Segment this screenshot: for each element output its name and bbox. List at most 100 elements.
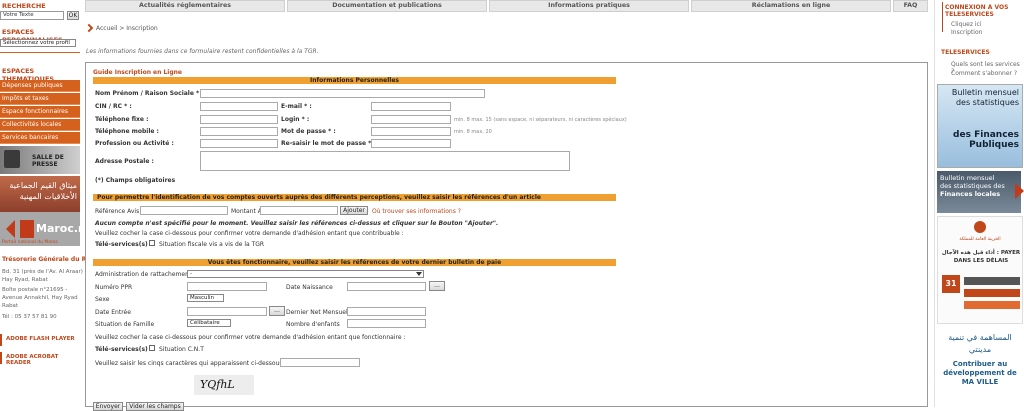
- cin-label: CIN / RC * :: [95, 103, 132, 110]
- breadcrumb-arrow-icon: [84, 23, 94, 33]
- entry-label: Date Entrée: [95, 309, 131, 316]
- nav-reclamations[interactable]: Réclamations en ligne: [691, 0, 891, 12]
- nav-documentation[interactable]: Documentation et publications: [287, 0, 487, 12]
- flash-link[interactable]: ADOBE FLASH PLAYER: [6, 336, 75, 342]
- chevron-down-icon: [416, 272, 422, 276]
- bulletin-line: des statistiques: [955, 98, 1019, 107]
- madinati-arabic: المساهمة في تنمية مدينتي: [948, 333, 1012, 354]
- payer-banner[interactable]: الخزينة العامة للمملكة أداء قبل هذه الآج…: [937, 216, 1023, 324]
- connexion-title: CONNEXION A VOS TELESERVICES: [945, 4, 1009, 18]
- admin-select[interactable]: -: [187, 270, 424, 278]
- nav-actualites[interactable]: Actualités réglementaires: [85, 0, 285, 12]
- situation-fiscale-label: Situation fiscale vis a vis de la TGR: [159, 241, 265, 248]
- password-note: min. 8 max. 20: [454, 129, 492, 135]
- bulletin-line: des Finances: [953, 130, 1019, 140]
- address-line: Bd. 31 (près de l'Av. Al Araar): [2, 269, 83, 275]
- login-label: Login * :: [281, 116, 310, 123]
- confidential-note: Les informations fournies dans ce formul…: [86, 48, 319, 55]
- divider: [942, 2, 943, 32]
- reference-input[interactable]: [140, 206, 228, 215]
- captcha-input[interactable]: [280, 358, 360, 367]
- prev-arrow-icon[interactable]: [6, 220, 15, 238]
- inscription-link[interactable]: Inscription: [951, 29, 982, 36]
- tel-label: Téléphone fixe :: [95, 116, 149, 123]
- cin-input[interactable]: [200, 102, 278, 111]
- mobile-input[interactable]: [200, 127, 278, 136]
- login-input[interactable]: [371, 115, 451, 124]
- net-input[interactable]: [347, 307, 426, 316]
- contribuer-text: Contribuer au développement de MA VILLE: [943, 360, 1017, 386]
- nav-faq[interactable]: FAQ: [893, 0, 928, 12]
- name-input[interactable]: [200, 89, 485, 98]
- postal-line: Rabat: [2, 303, 19, 309]
- admin-label: Administration de rattachement :: [95, 271, 196, 278]
- birth-label: Date Naissance: [286, 284, 333, 291]
- birth-input[interactable]: [347, 282, 426, 291]
- next-arrow-icon[interactable]: [1015, 183, 1024, 199]
- profession-label: Profession ou Activité :: [95, 140, 174, 147]
- entry-input[interactable]: [187, 307, 267, 316]
- ppr-input[interactable]: [187, 282, 267, 291]
- situation-fiscale-checkbox[interactable]: [149, 240, 155, 246]
- menu-item-fonctionnaires[interactable]: Espace fonctionnaires: [0, 106, 80, 118]
- add-button[interactable]: Ajouter: [340, 206, 368, 215]
- mobile-label: Téléphone mobile :: [95, 128, 159, 135]
- ethics-banner[interactable]: ميثاق القيم الجماعية الأخلاقيات المهنية: [0, 176, 80, 214]
- divider: [0, 334, 2, 346]
- bulletin-fp-banner[interactable]: Bulletin mensuel des statistiques des Fi…: [937, 84, 1023, 168]
- bulletin-fl-banner[interactable]: Bulletin mensuel des statistiques des Fi…: [937, 171, 1021, 213]
- nav-informations[interactable]: Informations pratiques: [489, 0, 689, 12]
- entry-date-picker-button[interactable]: ...: [269, 306, 285, 316]
- email-input[interactable]: [371, 102, 451, 111]
- search-title: RECHERCHE: [2, 2, 46, 10]
- divider: [0, 52, 80, 53]
- profession-input[interactable]: [200, 139, 278, 148]
- menu-item-impots[interactable]: Impôts et taxes: [0, 93, 80, 105]
- search-input[interactable]: Votre Texte: [0, 11, 64, 20]
- menu-item-bancaires[interactable]: Services bancaires: [0, 132, 80, 144]
- top-nav: Actualités réglementaires Documentation …: [85, 0, 928, 12]
- amount-input[interactable]: [260, 206, 338, 215]
- family-select[interactable]: Célibataire: [187, 319, 231, 327]
- breadcrumb: Accueil > Inscription: [96, 25, 158, 32]
- inscription-form: Guide Inscription en Ligne Informations …: [85, 62, 928, 411]
- sexe-select[interactable]: Masculin: [187, 294, 224, 302]
- maroc-subtitle: Portail national du Maroc: [2, 240, 59, 245]
- postal-line: Boîte postale n°21695 -: [2, 287, 68, 293]
- phone-text: Tél : 05 37 57 81 90: [2, 314, 57, 320]
- address-textarea[interactable]: [200, 151, 570, 171]
- search-ok-button[interactable]: OK: [67, 11, 79, 20]
- reference-label: Référence Avis: [95, 208, 140, 215]
- newspaper-icon: [4, 150, 20, 168]
- situation-cnt-checkbox[interactable]: [149, 345, 155, 351]
- postal-block: Boîte postale n°21695 - Avenue Annakhil,…: [2, 286, 78, 310]
- guide-title[interactable]: Guide Inscription en Ligne: [93, 69, 182, 76]
- press-banner[interactable]: SALLE DE PRESSE: [0, 146, 80, 174]
- confirm-contribuable-text: Veuillez cocher la case ci-dessous pour …: [95, 230, 404, 237]
- repassword-input[interactable]: [371, 139, 451, 148]
- captcha-label: Veuillez saisir les cinqs caractères qui…: [95, 360, 292, 367]
- name-label: Nom Prénom / Raison Sociale * :: [95, 90, 204, 97]
- children-input[interactable]: [347, 319, 426, 328]
- menu-item-collectivites[interactable]: Collectivités locales: [0, 119, 80, 131]
- confirm-fonctionnaire-text: Veuillez cocher la case ci-dessous pour …: [95, 334, 406, 341]
- menu-item-depenses[interactable]: Dépenses publiques: [0, 80, 80, 92]
- tel-input[interactable]: [200, 115, 278, 124]
- where-link[interactable]: Où trouver ses informations ?: [372, 208, 461, 215]
- bulletin-line: Finances locales: [940, 190, 1001, 198]
- profile-select[interactable]: Sélectionnez votre profil: [0, 39, 76, 47]
- password-input[interactable]: [371, 127, 451, 136]
- login-link[interactable]: Cliquez ici: [951, 21, 982, 28]
- divider: [0, 352, 2, 364]
- no-account-text: Aucun compte n'est spécifié pour le mome…: [95, 220, 499, 227]
- birth-date-picker-button[interactable]: ...: [429, 281, 445, 291]
- acrobat-link[interactable]: ADOBE ACROBAT READER: [6, 354, 80, 366]
- ppr-label: Numéro PPR: [95, 284, 133, 291]
- mandatory-note: (*) Champs obligatoires: [95, 177, 176, 184]
- teleservices-title: TELESERVICES: [941, 49, 990, 56]
- left-sidebar: RECHERCHE Votre Texte OK ESPACES PERSONN…: [0, 0, 113, 407]
- net-label: Dernier Net Mensuel: [286, 309, 348, 316]
- subscribe-link[interactable]: Comment s'abonner ?: [951, 70, 1017, 77]
- madinati-banner[interactable]: المساهمة في تنمية مدينتي Contribuer au d…: [937, 328, 1023, 407]
- bulletin-line: des statistiques des: [940, 182, 1005, 190]
